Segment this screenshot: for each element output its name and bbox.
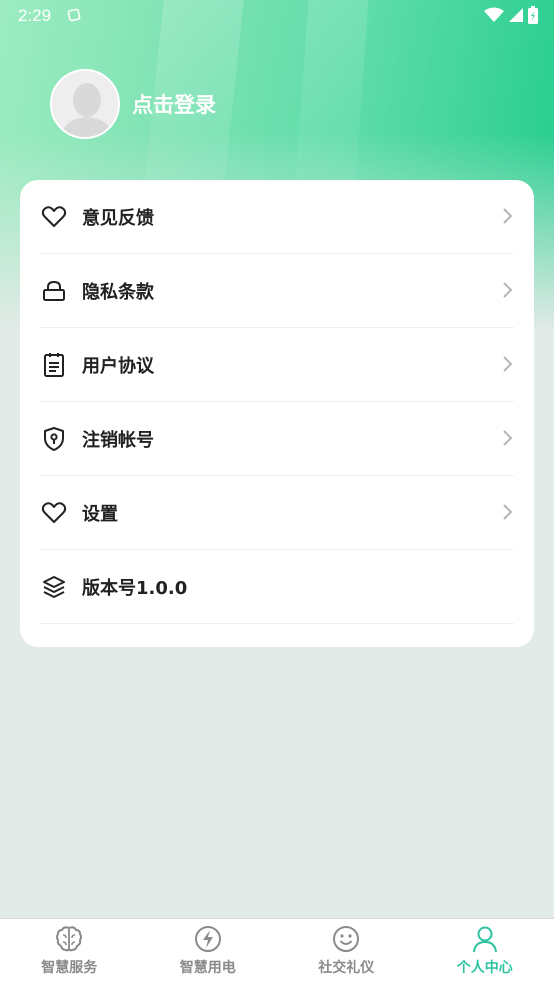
chevron-right-icon	[503, 504, 513, 520]
profile-section[interactable]: 点击登录	[50, 69, 216, 139]
login-link[interactable]: 点击登录	[132, 89, 216, 119]
layers-icon	[40, 573, 68, 601]
version-label: 版本号1.0.0	[82, 577, 188, 599]
menu-item-settings[interactable]: 设置	[40, 476, 514, 550]
default-avatar-icon	[60, 83, 114, 137]
tab-social-etiquette[interactable]: 社交礼仪	[277, 919, 416, 984]
shield-keyhole-icon	[40, 425, 68, 453]
tab-smart-service[interactable]: 智慧服务	[0, 919, 139, 984]
menu-item-label: 隐私条款	[82, 281, 154, 303]
chevron-right-icon	[503, 430, 513, 446]
avatar[interactable]	[50, 69, 120, 139]
tab-label: 智慧用电	[179, 960, 236, 976]
signal-icon	[509, 8, 523, 22]
menu-item-label: 用户协议	[82, 355, 154, 377]
chevron-right-icon	[503, 208, 513, 224]
tab-label: 智慧服务	[41, 960, 98, 976]
clipboard-icon	[40, 351, 68, 379]
menu-item-label: 意见反馈	[82, 207, 154, 229]
heart-icon	[40, 203, 68, 231]
bottom-tab-bar: 智慧服务 智慧用电 社交礼仪 个人中心	[0, 918, 554, 984]
brain-icon	[56, 926, 83, 952]
tab-label: 个人中心	[456, 960, 513, 976]
menu-item-version: 版本号1.0.0	[40, 550, 514, 624]
chevron-right-icon	[503, 356, 513, 372]
menu-item-privacy[interactable]: 隐私条款	[40, 254, 514, 328]
status-time: 2:29	[18, 6, 52, 25]
tab-smart-electricity[interactable]: 智慧用电	[139, 919, 278, 984]
smiley-icon	[333, 926, 360, 952]
menu-item-feedback[interactable]: 意见反馈	[40, 180, 514, 254]
chevron-right-icon	[503, 282, 513, 298]
tab-personal-center[interactable]: 个人中心	[416, 919, 554, 984]
status-bar: 2:29	[0, 0, 554, 32]
lightning-icon	[194, 926, 221, 952]
menu-item-label: 设置	[82, 503, 118, 525]
heart-icon	[40, 499, 68, 527]
menu-item-delete-account[interactable]: 注销帐号	[40, 402, 514, 476]
battery-icon	[528, 6, 538, 24]
lock-icon	[40, 277, 68, 305]
menu-item-label: 注销帐号	[82, 429, 154, 451]
notification-icon	[67, 8, 81, 22]
wifi-icon	[484, 7, 504, 22]
person-icon	[472, 926, 497, 953]
menu-item-user-agreement[interactable]: 用户协议	[40, 328, 514, 402]
tab-label: 社交礼仪	[318, 960, 375, 976]
menu-card: 意见反馈 隐私条款 用户协议 注销帐号 设置 版本号1.0.0	[20, 180, 534, 647]
